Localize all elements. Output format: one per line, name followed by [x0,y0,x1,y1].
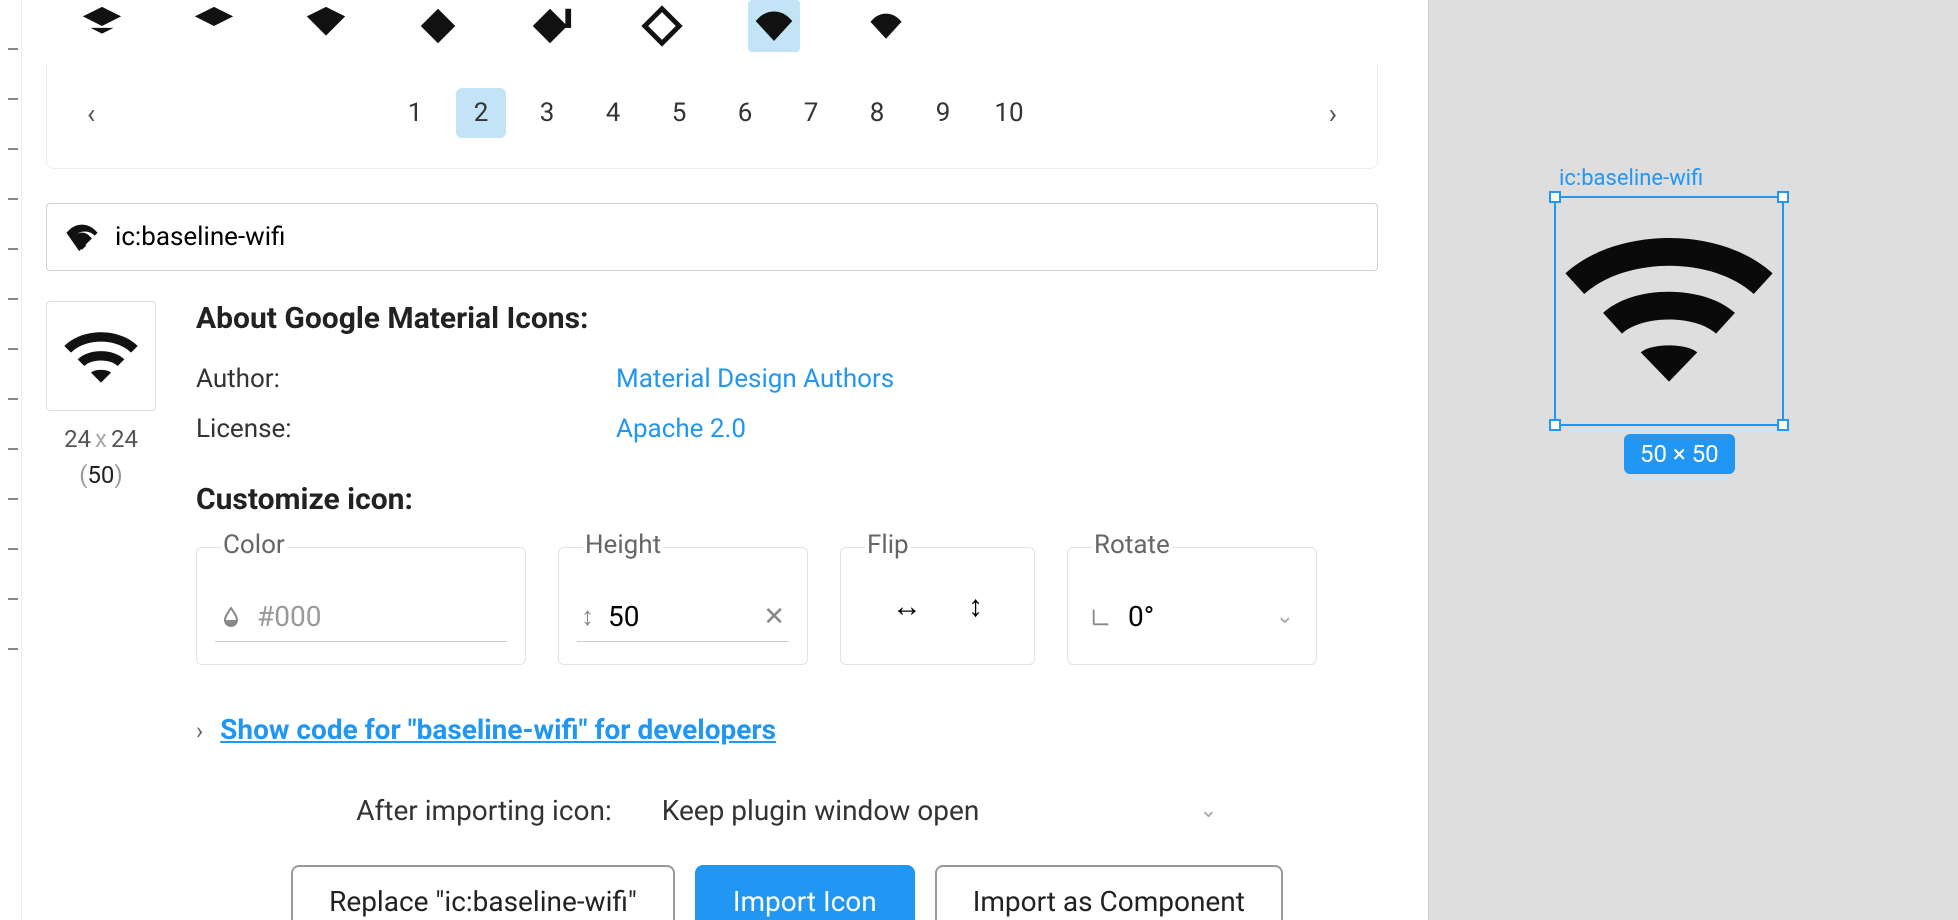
replace-button[interactable]: Replace "ic:baseline-wifi" [291,865,675,920]
size-badge: 50 × 50 [1624,434,1735,474]
selection-frame[interactable] [1554,196,1784,426]
about-heading: About Google Material Icons: [196,301,1378,336]
native-dims: 24x24 [46,425,156,453]
icon-cell[interactable] [76,0,128,52]
page-7[interactable]: 7 [786,88,836,138]
color-value: #000 [257,600,321,633]
page-4[interactable]: 4 [588,88,638,138]
page-6[interactable]: 6 [720,88,770,138]
plugin-panel: ‹ 123456789 10 › ic:baseline-wifi 24x24 (… [22,0,1428,920]
page-9[interactable]: 9 [918,88,968,138]
page-10[interactable]: 10 [984,88,1034,138]
after-import-select[interactable]: Keep plugin window open ⌄ [662,794,1218,827]
resize-handle[interactable] [1549,191,1561,203]
page-1[interactable]: 1 [390,88,440,138]
preview-column: 24x24 (50) [46,301,156,920]
after-import-label: After importing icon: [356,794,611,827]
icon-grid-row [46,0,1428,64]
height-value: 50 [608,600,639,633]
import-button[interactable]: Import Icon [695,865,915,920]
customize-heading: Customize icon: [196,482,1378,517]
flip-vertical-icon[interactable]: ↕ [968,589,983,624]
icon-cell[interactable] [412,0,464,52]
rotate-value: 0° [1128,600,1154,633]
flip-horizontal-icon[interactable]: ↔ [892,589,922,624]
wifi-icon [61,316,141,396]
layer-name[interactable]: ic:baseline-wifi [1559,166,1703,191]
page-3[interactable]: 3 [522,88,572,138]
icon-cell-selected[interactable] [748,0,800,52]
after-import-value: Keep plugin window open [662,794,980,827]
flip-label: Flip [865,530,911,560]
chevron-right-icon: › [196,717,203,745]
icon-cell[interactable] [636,0,688,52]
icon-cell[interactable] [860,0,912,52]
drop-icon [219,605,243,629]
pagination: ‹ 123456789 10 › [46,64,1378,169]
resize-handle[interactable] [1549,419,1561,431]
color-label: Color [221,530,287,560]
page-5[interactable]: 5 [654,88,704,138]
icon-name-text: ic:baseline-wifi [115,222,285,252]
show-code-toggle[interactable]: › Show code for "baseline-wifi" for deve… [196,713,1378,746]
page-next[interactable]: › [1309,97,1357,130]
author-link[interactable]: Material Design Authors [616,364,894,394]
chevron-down-icon[interactable]: ⌄ [1276,604,1294,629]
wifi-icon [1556,198,1782,424]
rotate-label: Rotate [1092,530,1172,560]
chevron-down-icon: ⌄ [1199,798,1217,823]
color-control[interactable]: Color #000 [196,547,526,665]
icon-name-bar[interactable]: ic:baseline-wifi [46,203,1378,271]
scaled-size: (50) [46,461,156,489]
angle-icon [1090,606,1112,628]
height-label: Height [583,530,663,560]
clear-icon[interactable]: ✕ [763,602,785,632]
page-prev[interactable]: ‹ [67,97,115,130]
page-8[interactable]: 8 [852,88,902,138]
rotate-control[interactable]: Rotate 0° ⌄ [1067,547,1317,665]
page-2[interactable]: 2 [456,88,506,138]
ruler-strip [0,0,22,920]
canvas-panel[interactable]: ic:baseline-wifi 50 × 50 [1428,0,1958,920]
icon-cell[interactable] [300,0,352,52]
author-label: Author: [196,364,616,394]
preview-box [46,301,156,411]
show-code-link[interactable]: Show code for "baseline-wifi" for develo… [220,713,776,746]
icon-cell[interactable] [524,0,576,52]
wifi-icon [65,220,99,254]
license-link[interactable]: Apache 2.0 [616,414,746,444]
license-label: License: [196,414,616,444]
resize-handle[interactable] [1777,191,1789,203]
flip-control: Flip ↔ ↕ [840,547,1035,665]
height-control[interactable]: Height ↕ 50 ✕ [558,547,808,665]
resize-handle[interactable] [1777,419,1789,431]
icon-cell[interactable] [188,0,240,52]
vertical-arrows-icon: ↕ [581,601,594,632]
import-component-button[interactable]: Import as Component [935,865,1283,920]
